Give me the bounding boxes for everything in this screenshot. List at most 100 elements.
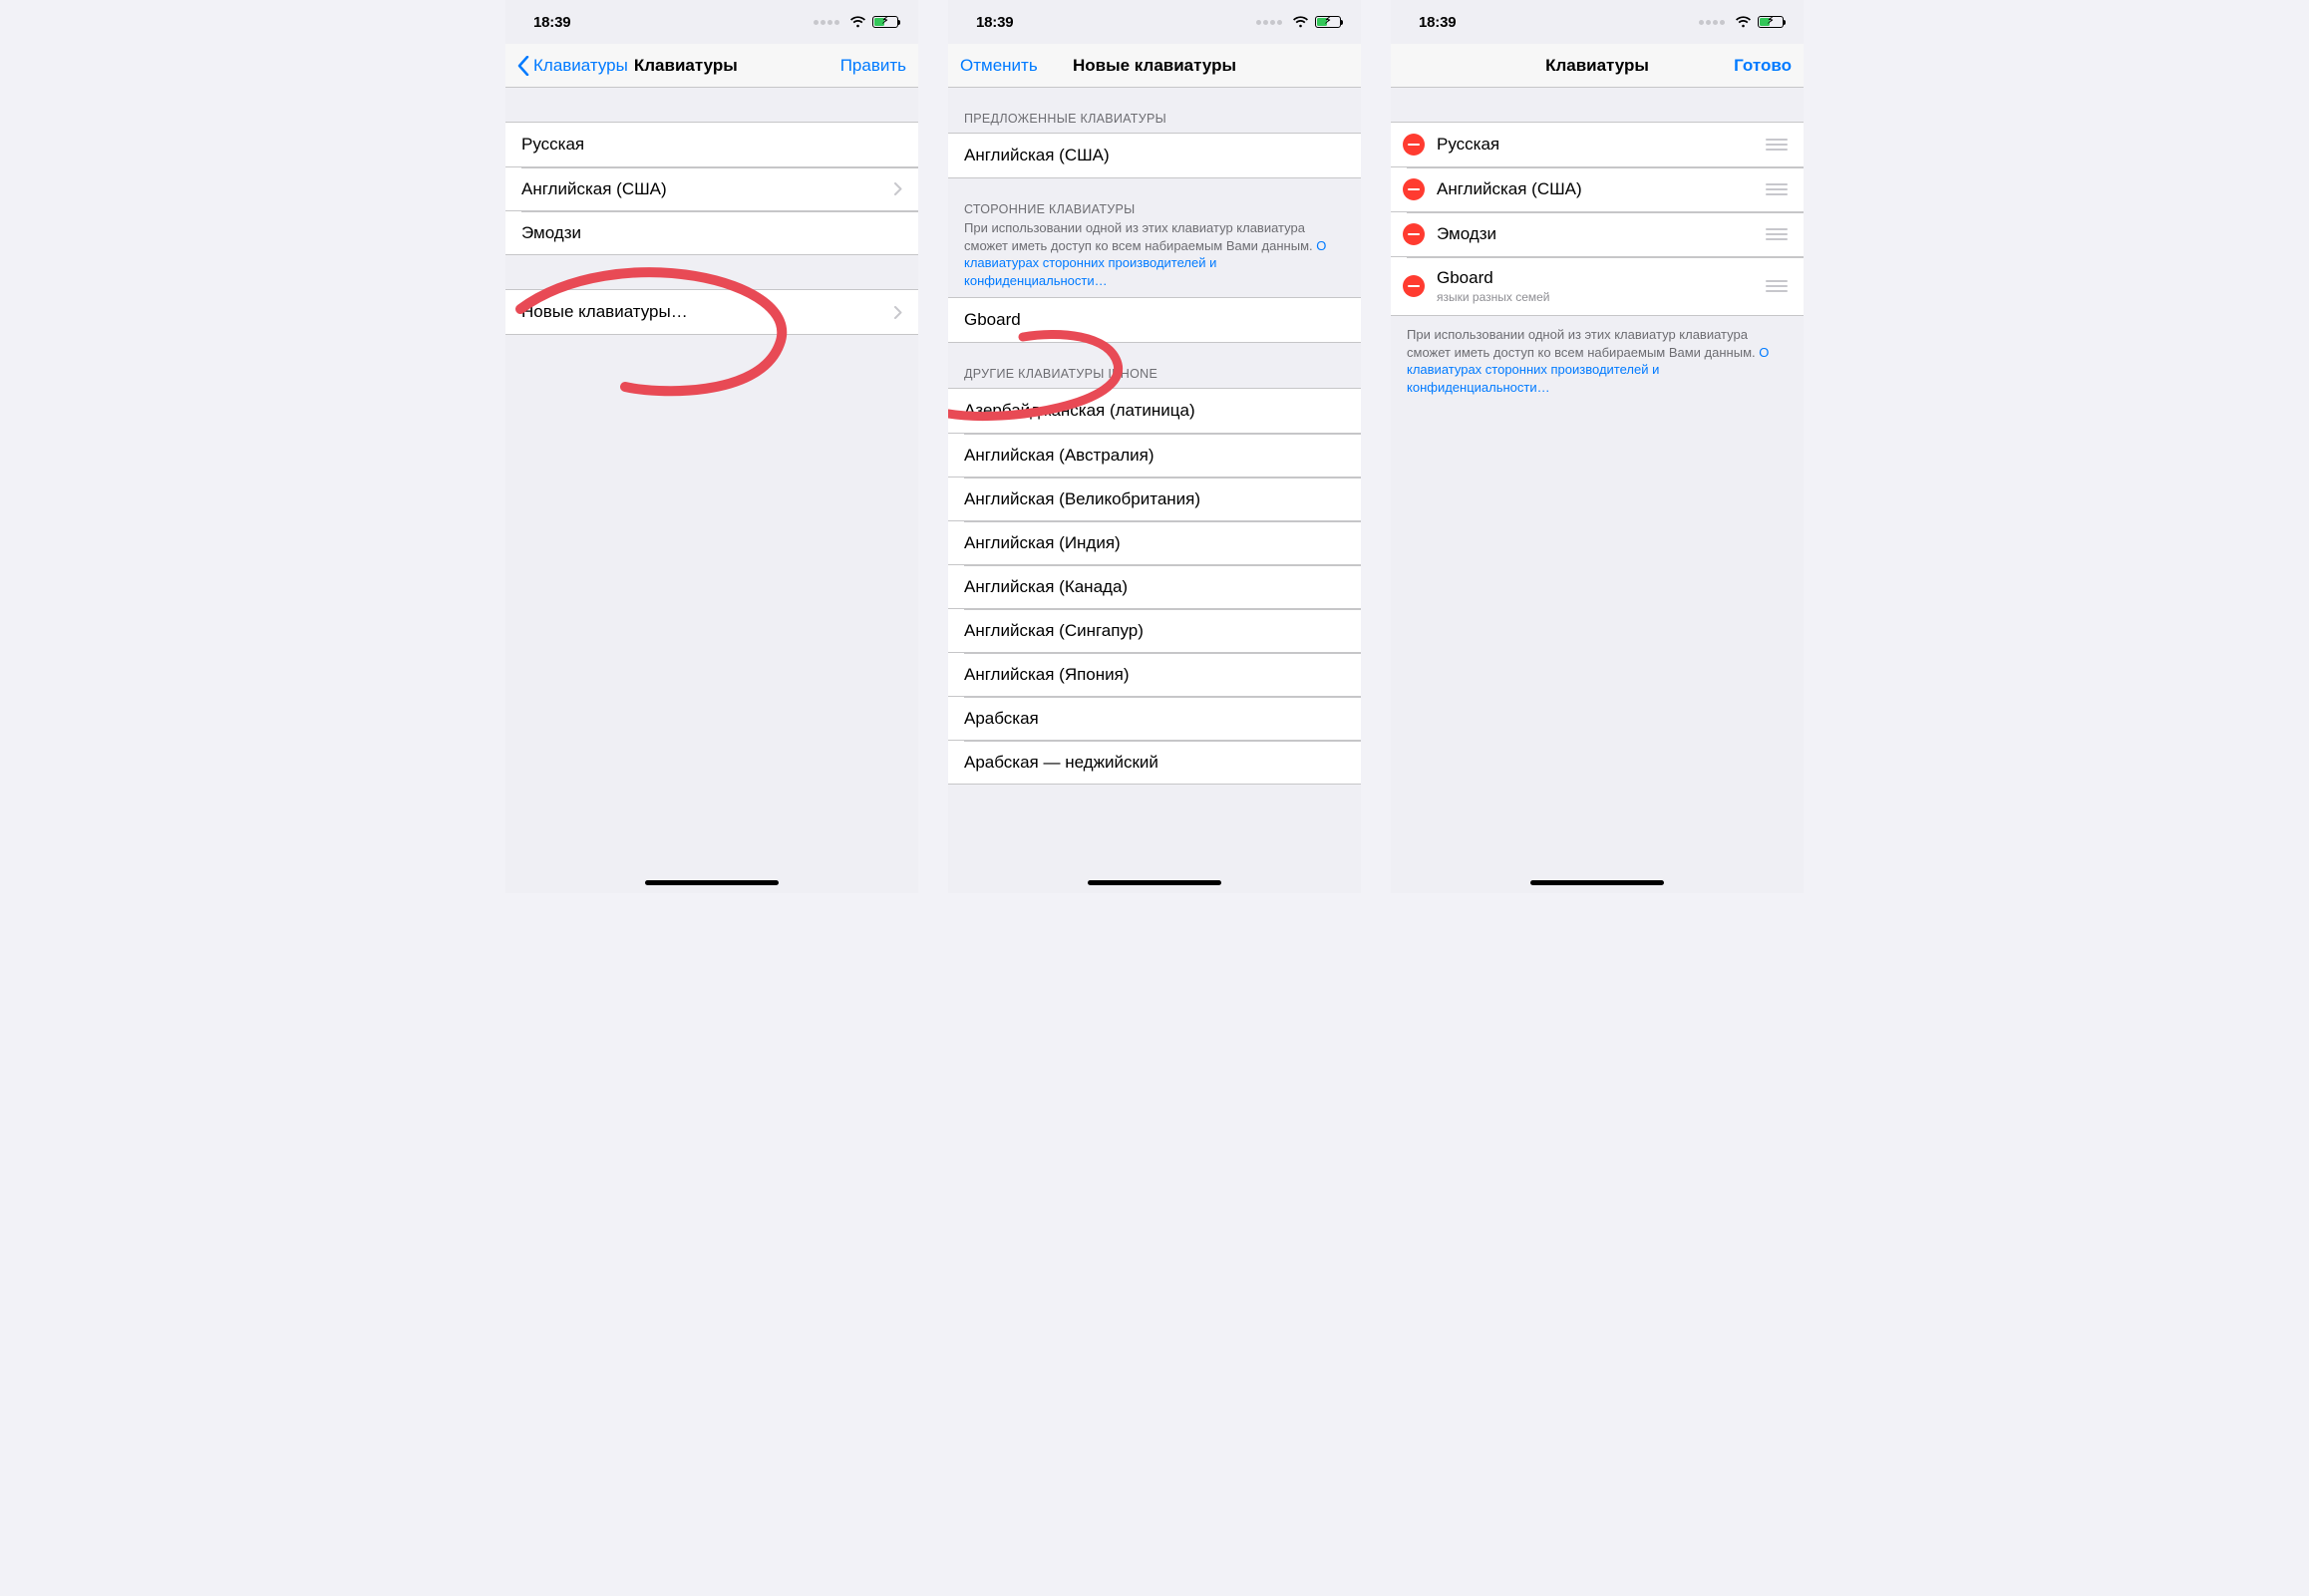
home-indicator xyxy=(645,880,779,885)
keyboard-row-gboard[interactable]: Gboard xyxy=(948,298,1361,342)
wifi-icon xyxy=(849,16,866,28)
keyboard-label: Gboard xyxy=(964,310,1345,330)
keyboard-row[interactable]: Английская (Великобритания) xyxy=(948,477,1361,520)
battery-icon: ⚡︎ xyxy=(872,16,898,28)
content: Русская Английская (США) Эмодзи Новые кл… xyxy=(505,88,918,893)
status-bar: 18:39 ⚡︎ xyxy=(505,0,918,44)
battery-icon: ⚡︎ xyxy=(1758,16,1784,28)
keyboard-label: Английская (Канада) xyxy=(964,577,1345,597)
add-keyboard-row[interactable]: Новые клавиатуры… xyxy=(505,290,918,334)
edit-button[interactable]: Править xyxy=(738,56,906,76)
nav-bar: Отменить Новые клавиатуры xyxy=(948,44,1361,88)
keyboard-sublabel: языки разных семей xyxy=(1437,290,1754,304)
nav-title: Новые клавиатуры xyxy=(1073,56,1236,76)
keyboard-label: Арабская xyxy=(964,709,1345,729)
keyboard-label: Gboard xyxy=(1437,268,1754,288)
status-time: 18:39 xyxy=(1419,14,1456,31)
reorder-handle-icon[interactable] xyxy=(1766,139,1788,151)
current-keyboards-list: Русская Английская (США) Эмодзи xyxy=(505,122,918,255)
keyboard-row[interactable]: Английская (США) xyxy=(948,134,1361,177)
keyboard-row[interactable]: Эмодзи xyxy=(1391,211,1804,256)
phone-keyboards-edit: 18:39 ⚡︎ Клавиатуры Готово Русская xyxy=(1391,0,1804,893)
status-right: ⚡︎ xyxy=(1256,16,1341,28)
reorder-handle-icon[interactable] xyxy=(1766,228,1788,240)
keyboard-row[interactable]: Английская (США) xyxy=(505,166,918,210)
content: Русская Английская (США) Эмодзи Gboard xyxy=(1391,88,1804,893)
status-bar: 18:39 ⚡︎ xyxy=(1391,0,1804,44)
back-button[interactable]: Клавиатуры xyxy=(517,56,628,76)
keyboard-row[interactable]: Эмодзи xyxy=(505,210,918,254)
keyboard-label: Эмодзи xyxy=(521,223,902,243)
keyboard-label: Английская (США) xyxy=(1437,179,1754,199)
chevron-right-icon xyxy=(894,306,902,319)
status-bar: 18:39 ⚡︎ xyxy=(948,0,1361,44)
status-right: ⚡︎ xyxy=(1699,16,1784,28)
section-header-other: ДРУГИЕ КЛАВИАТУРЫ IPHONE xyxy=(948,343,1361,388)
wifi-icon xyxy=(1735,16,1752,28)
edit-label: Править xyxy=(840,56,906,76)
section-footer-thirdparty: При использовании одной из этих клавиату… xyxy=(1391,316,1804,404)
keyboard-label: Английская (Индия) xyxy=(964,533,1345,553)
keyboard-label: Эмодзи xyxy=(1437,224,1754,244)
section-header-thirdparty: СТОРОННИЕ КЛАВИАТУРЫ xyxy=(948,178,1361,219)
reorder-handle-icon[interactable] xyxy=(1766,183,1788,195)
keyboard-label: Английская (Сингапур) xyxy=(964,621,1345,641)
keyboard-row[interactable]: Русская xyxy=(1391,123,1804,166)
editable-keyboards-list: Русская Английская (США) Эмодзи Gboard xyxy=(1391,122,1804,316)
wifi-icon xyxy=(1292,16,1309,28)
keyboard-row-gboard[interactable]: Gboard языки разных семей xyxy=(1391,256,1804,315)
nav-bar: Клавиатуры Клавиатуры Править xyxy=(505,44,918,88)
keyboard-label: Английская (Австралия) xyxy=(964,446,1345,466)
chevron-right-icon xyxy=(894,182,902,195)
keyboard-row[interactable]: Английская (Индия) xyxy=(948,520,1361,564)
status-time: 18:39 xyxy=(533,14,570,31)
keyboard-label: Английская (Япония) xyxy=(964,665,1345,685)
chevron-left-icon xyxy=(517,56,529,76)
keyboard-label: Арабская — неджийский xyxy=(964,753,1345,773)
keyboard-label: Азербайджанская (латиница) xyxy=(964,401,1345,421)
content: ПРЕДЛОЖЕННЫЕ КЛАВИАТУРЫ Английская (США)… xyxy=(948,88,1361,893)
cell-signal-dots xyxy=(1256,20,1282,25)
footer-text: При использовании одной из этих клавиату… xyxy=(964,220,1316,253)
nav-title: Клавиатуры xyxy=(634,56,738,76)
delete-icon[interactable] xyxy=(1403,275,1425,297)
keyboard-row[interactable]: Английская (Япония) xyxy=(948,652,1361,696)
delete-icon[interactable] xyxy=(1403,134,1425,156)
phone-add-keyboard: 18:39 ⚡︎ Отменить Новые клавиатуры ПРЕДЛ… xyxy=(948,0,1361,893)
battery-icon: ⚡︎ xyxy=(1315,16,1341,28)
keyboard-label: Английская (США) xyxy=(964,146,1345,165)
section-footer-thirdparty: При использовании одной из этих клавиату… xyxy=(948,219,1361,297)
status-time: 18:39 xyxy=(976,14,1013,31)
keyboard-label: Английская (Великобритания) xyxy=(964,489,1345,509)
done-label: Готово xyxy=(1734,56,1792,76)
keyboard-row[interactable]: Русская xyxy=(505,123,918,166)
footer-text: При использовании одной из этих клавиату… xyxy=(1407,327,1759,360)
cell-signal-dots xyxy=(814,20,839,25)
nav-bar: Клавиатуры Готово xyxy=(1391,44,1804,88)
section-header-suggested: ПРЕДЛОЖЕННЫЕ КЛАВИАТУРЫ xyxy=(948,88,1361,133)
delete-icon[interactable] xyxy=(1403,223,1425,245)
keyboard-row[interactable]: Арабская — неджийский xyxy=(948,740,1361,784)
reorder-handle-icon[interactable] xyxy=(1766,280,1788,292)
status-right: ⚡︎ xyxy=(814,16,898,28)
keyboard-label: Русская xyxy=(521,135,902,155)
back-label: Клавиатуры xyxy=(533,56,628,76)
keyboard-row[interactable]: Английская (Австралия) xyxy=(948,433,1361,477)
add-keyboard-list: Новые клавиатуры… xyxy=(505,289,918,335)
add-keyboard-label: Новые клавиатуры… xyxy=(521,302,882,322)
nav-title: Клавиатуры xyxy=(1545,56,1649,76)
keyboard-row[interactable]: Английская (США) xyxy=(1391,166,1804,211)
cell-signal-dots xyxy=(1699,20,1725,25)
keyboard-row[interactable]: Английская (Сингапур) xyxy=(948,608,1361,652)
keyboard-row[interactable]: Азербайджанская (латиница) xyxy=(948,389,1361,433)
home-indicator xyxy=(1088,880,1221,885)
phone-keyboards-list: 18:39 ⚡︎ Клавиатуры Клавиатуры Править Р… xyxy=(505,0,918,893)
keyboard-row[interactable]: Арабская xyxy=(948,696,1361,740)
thirdparty-list: Gboard xyxy=(948,297,1361,343)
keyboard-row[interactable]: Английская (Канада) xyxy=(948,564,1361,608)
other-list: Азербайджанская (латиница) Английская (А… xyxy=(948,388,1361,785)
delete-icon[interactable] xyxy=(1403,178,1425,200)
keyboard-label: Английская (США) xyxy=(521,179,882,199)
home-indicator xyxy=(1530,880,1664,885)
suggested-list: Английская (США) xyxy=(948,133,1361,178)
